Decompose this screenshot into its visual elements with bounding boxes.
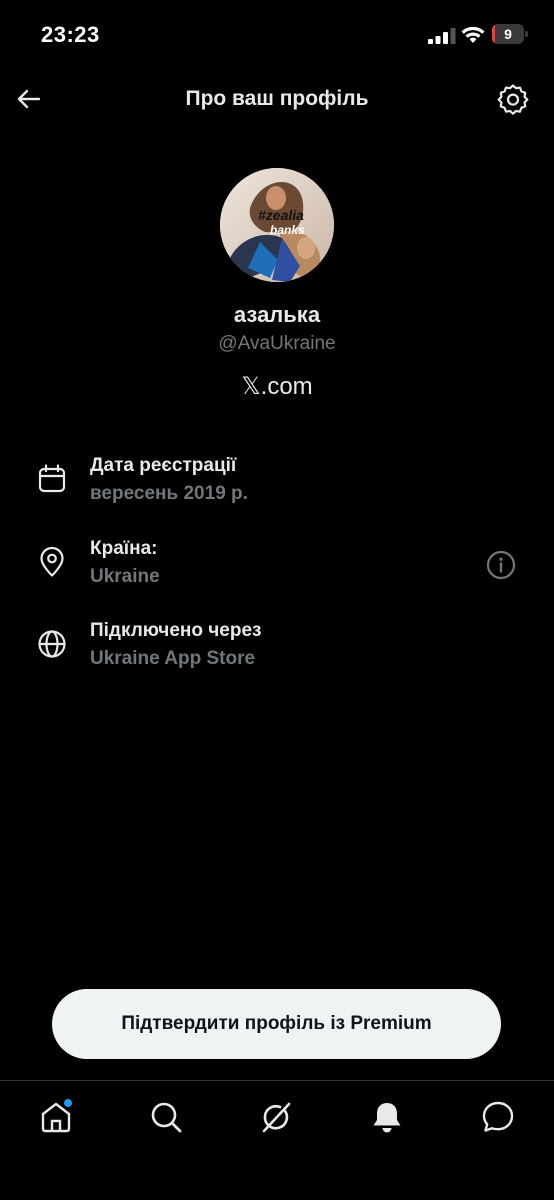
info-value-country: Ukraine xyxy=(90,566,160,587)
page-title: Про ваш профіль xyxy=(185,87,369,110)
info-row-connected-via: Підключено через Ukraine App Store xyxy=(0,620,554,686)
username-handle: @AvaUkraine xyxy=(218,333,336,354)
gear-icon[interactable] xyxy=(496,82,530,116)
location-pin-icon xyxy=(40,546,64,577)
svg-text:banks: banks xyxy=(270,223,305,237)
globe-icon xyxy=(38,630,66,658)
info-icon[interactable] xyxy=(486,550,516,580)
nav-messages[interactable] xyxy=(480,1099,516,1135)
wifi-icon xyxy=(461,26,485,43)
info-label-connected-via: Підключено через xyxy=(90,620,262,641)
nav-grok[interactable] xyxy=(258,1099,294,1135)
top-app-bar: Про ваш профіль xyxy=(0,70,554,130)
info-value-connected-via: Ukraine App Store xyxy=(90,648,256,669)
nav-search[interactable] xyxy=(148,1099,184,1135)
verify-premium-button[interactable]: Підтвердити профіль із Premium xyxy=(52,989,501,1059)
status-bar: 23:23 9 xyxy=(0,0,554,70)
info-value-joined: вересень 2019 р. xyxy=(90,483,248,504)
battery-level: 9 xyxy=(504,26,512,42)
info-label-country: Країна: xyxy=(90,538,158,559)
nav-notifications[interactable] xyxy=(369,1099,405,1135)
avatar-image: #zealia banks xyxy=(220,168,334,282)
info-row-country: Країна: Ukraine xyxy=(0,538,554,604)
site-label: 𝕏.com xyxy=(241,373,313,400)
chat-bubble-icon xyxy=(482,1101,514,1132)
svg-text:#zealia: #zealia xyxy=(258,207,304,223)
bell-icon xyxy=(373,1103,401,1133)
status-time: 23:23 xyxy=(41,22,100,47)
nav-home[interactable] xyxy=(38,1099,74,1135)
bottom-navigation xyxy=(0,1080,554,1200)
avatar[interactable]: #zealia banks xyxy=(220,168,334,282)
display-name: азалька xyxy=(233,302,321,327)
calendar-icon xyxy=(38,464,66,493)
notification-dot xyxy=(64,1099,72,1107)
cellular-signal-icon xyxy=(428,28,456,44)
search-icon xyxy=(151,1102,182,1133)
info-row-joined: Дата реєстрації вересень 2019 р. xyxy=(0,455,554,521)
info-label-joined: Дата реєстрації xyxy=(90,455,237,476)
battery-icon: 9 xyxy=(492,24,528,44)
grok-icon xyxy=(262,1102,291,1133)
